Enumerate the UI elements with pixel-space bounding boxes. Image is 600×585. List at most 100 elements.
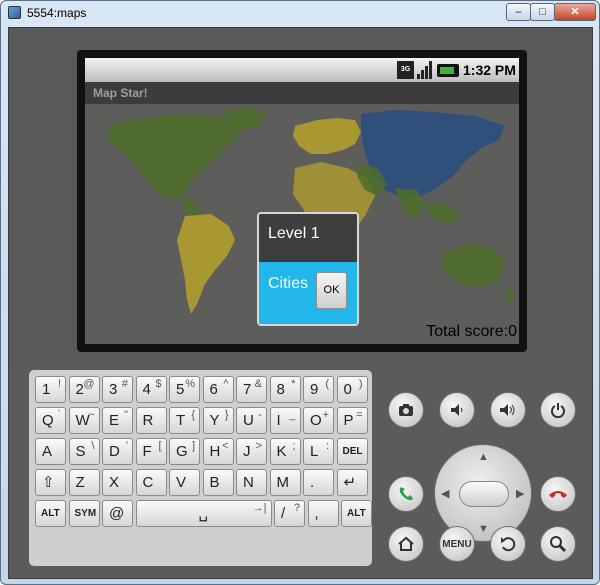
key-2-4[interactable]: G]	[169, 438, 200, 465]
key-alt-label: !	[57, 378, 61, 390]
ok-button[interactable]: OK	[316, 272, 347, 309]
key-alt-label: :	[325, 440, 329, 452]
search-button[interactable]	[540, 526, 576, 562]
maximize-button[interactable]: □	[530, 3, 555, 21]
key-0-7[interactable]: 8 *	[269, 376, 301, 403]
key-3-1[interactable]: Z	[68, 469, 100, 496]
key-4-1[interactable]: SYM	[68, 500, 100, 527]
key-1-8[interactable]: O +	[303, 407, 334, 434]
key-4-0[interactable]: ALT	[35, 500, 66, 527]
key-alt-label: $	[155, 378, 162, 390]
key-alt-label: *	[291, 378, 296, 390]
key-alt-label: '	[125, 440, 128, 452]
key-1-6[interactable]: U-	[236, 407, 267, 434]
key-label: Z	[75, 474, 85, 491]
key-0-9[interactable]: 0)	[336, 376, 368, 403]
key-label: Y	[209, 412, 220, 429]
volume-up-button[interactable]	[490, 392, 526, 428]
close-button[interactable]: ✕	[554, 3, 596, 21]
volume-down-icon	[451, 404, 463, 416]
back-button[interactable]	[490, 526, 526, 562]
key-1-2[interactable]: E "	[102, 407, 133, 434]
key-alt-label: ?	[293, 502, 300, 514]
key-4-2[interactable]: @	[102, 500, 133, 527]
key-0-1[interactable]: 2 @	[68, 376, 100, 403]
dpad-up-icon[interactable]: ▲	[478, 451, 489, 463]
key-label: 6	[209, 381, 218, 398]
key-0-8[interactable]: 9(	[303, 376, 334, 403]
key-label: A	[42, 443, 53, 460]
key-0-0[interactable]: 1!	[35, 376, 66, 403]
key-4-6[interactable]: ALT	[341, 500, 372, 527]
volume-down-button[interactable]	[439, 392, 475, 428]
key-3-3[interactable]: C	[135, 469, 167, 496]
dpad-right-icon[interactable]: ▶	[516, 487, 524, 500]
key-0-4[interactable]: 5%	[169, 376, 200, 403]
key-label: SYM	[74, 508, 97, 519]
space-key[interactable]: ␣ →|	[135, 500, 272, 527]
key-0-6[interactable]: 7 &	[236, 376, 267, 403]
key-alt-label: {	[191, 409, 195, 421]
key-alt-label: -	[258, 409, 262, 421]
key-2-7[interactable]: K;	[269, 438, 301, 465]
key-3-0[interactable]: ⇧	[35, 469, 66, 496]
key-alt-label: (	[325, 378, 329, 390]
key-0-5[interactable]: 6 ^	[202, 376, 234, 403]
key-1-9[interactable]: P =	[336, 407, 368, 434]
key-label: .	[310, 474, 315, 491]
key-3-5[interactable]: B	[202, 469, 234, 496]
region-australia	[441, 244, 505, 288]
key-3-6[interactable]: N	[236, 469, 267, 496]
dpad-center-button[interactable]	[459, 481, 509, 507]
key-label: I	[276, 412, 281, 429]
key-4-4[interactable]: /?	[274, 500, 305, 527]
end-call-button[interactable]	[540, 476, 576, 512]
minimize-button[interactable]: –	[506, 3, 531, 21]
home-button[interactable]	[388, 526, 424, 562]
menu-button-label: MENU	[442, 538, 472, 550]
key-3-2[interactable]: X	[102, 469, 133, 496]
key-alt-label: }	[224, 409, 229, 421]
key-1-0[interactable]: Q `	[35, 407, 66, 434]
window-titlebar[interactable]: 5554:maps – □ ✕	[1, 1, 599, 25]
key-0-3[interactable]: 4 $	[135, 376, 167, 403]
key-0-2[interactable]: 3 #	[102, 376, 133, 403]
key-3-9[interactable]: ↵	[336, 469, 368, 496]
key-alt-label: )	[358, 378, 363, 390]
key-1-7[interactable]: I _	[269, 407, 301, 434]
key-2-3[interactable]: F[	[135, 438, 167, 465]
dpad-left-icon[interactable]: ◀	[441, 487, 449, 500]
key-2-5[interactable]: H <	[202, 438, 234, 465]
camera-button[interactable]	[388, 392, 424, 428]
world-map[interactable]: Total score:0 Level 1 Cities OK	[85, 104, 519, 344]
key-2-9[interactable]: DEL	[336, 438, 368, 465]
status-bar: 3G 1:32 PM	[85, 58, 519, 82]
key-2-0[interactable]: A	[35, 438, 66, 465]
window-title: 5554:maps	[27, 6, 87, 20]
menu-button[interactable]: MENU	[439, 526, 475, 562]
dialog-title-bar: Level 1	[259, 214, 357, 262]
key-1-1[interactable]: W ~	[68, 407, 100, 434]
key-2-8[interactable]: L:	[303, 438, 334, 465]
key-2-2[interactable]: D '	[102, 438, 133, 465]
key-2-6[interactable]: J >	[236, 438, 267, 465]
key-label: 5	[176, 381, 185, 398]
call-button[interactable]	[388, 476, 424, 512]
key-1-3[interactable]: R	[135, 407, 167, 434]
power-button[interactable]	[540, 392, 576, 428]
key-alt-label: _	[289, 409, 296, 421]
key-label: E	[109, 412, 120, 429]
key-3-4[interactable]: V	[169, 469, 200, 496]
key-2-1[interactable]: S \	[68, 438, 100, 465]
key-label: L	[310, 443, 319, 460]
key-1-4[interactable]: T{	[169, 407, 200, 434]
camera-icon	[399, 404, 413, 416]
key-1-5[interactable]: Y}	[202, 407, 234, 434]
device-screen[interactable]: 3G 1:32 PM Map Star! Total score:0 Level…	[85, 58, 519, 344]
volume-up-icon	[500, 404, 515, 416]
key-label: V	[176, 474, 187, 491]
key-3-7[interactable]: M	[269, 469, 301, 496]
dpad-down-icon[interactable]: ▼	[478, 523, 489, 535]
key-3-8[interactable]: .	[303, 469, 334, 496]
key-4-5[interactable]: ,	[307, 500, 339, 527]
